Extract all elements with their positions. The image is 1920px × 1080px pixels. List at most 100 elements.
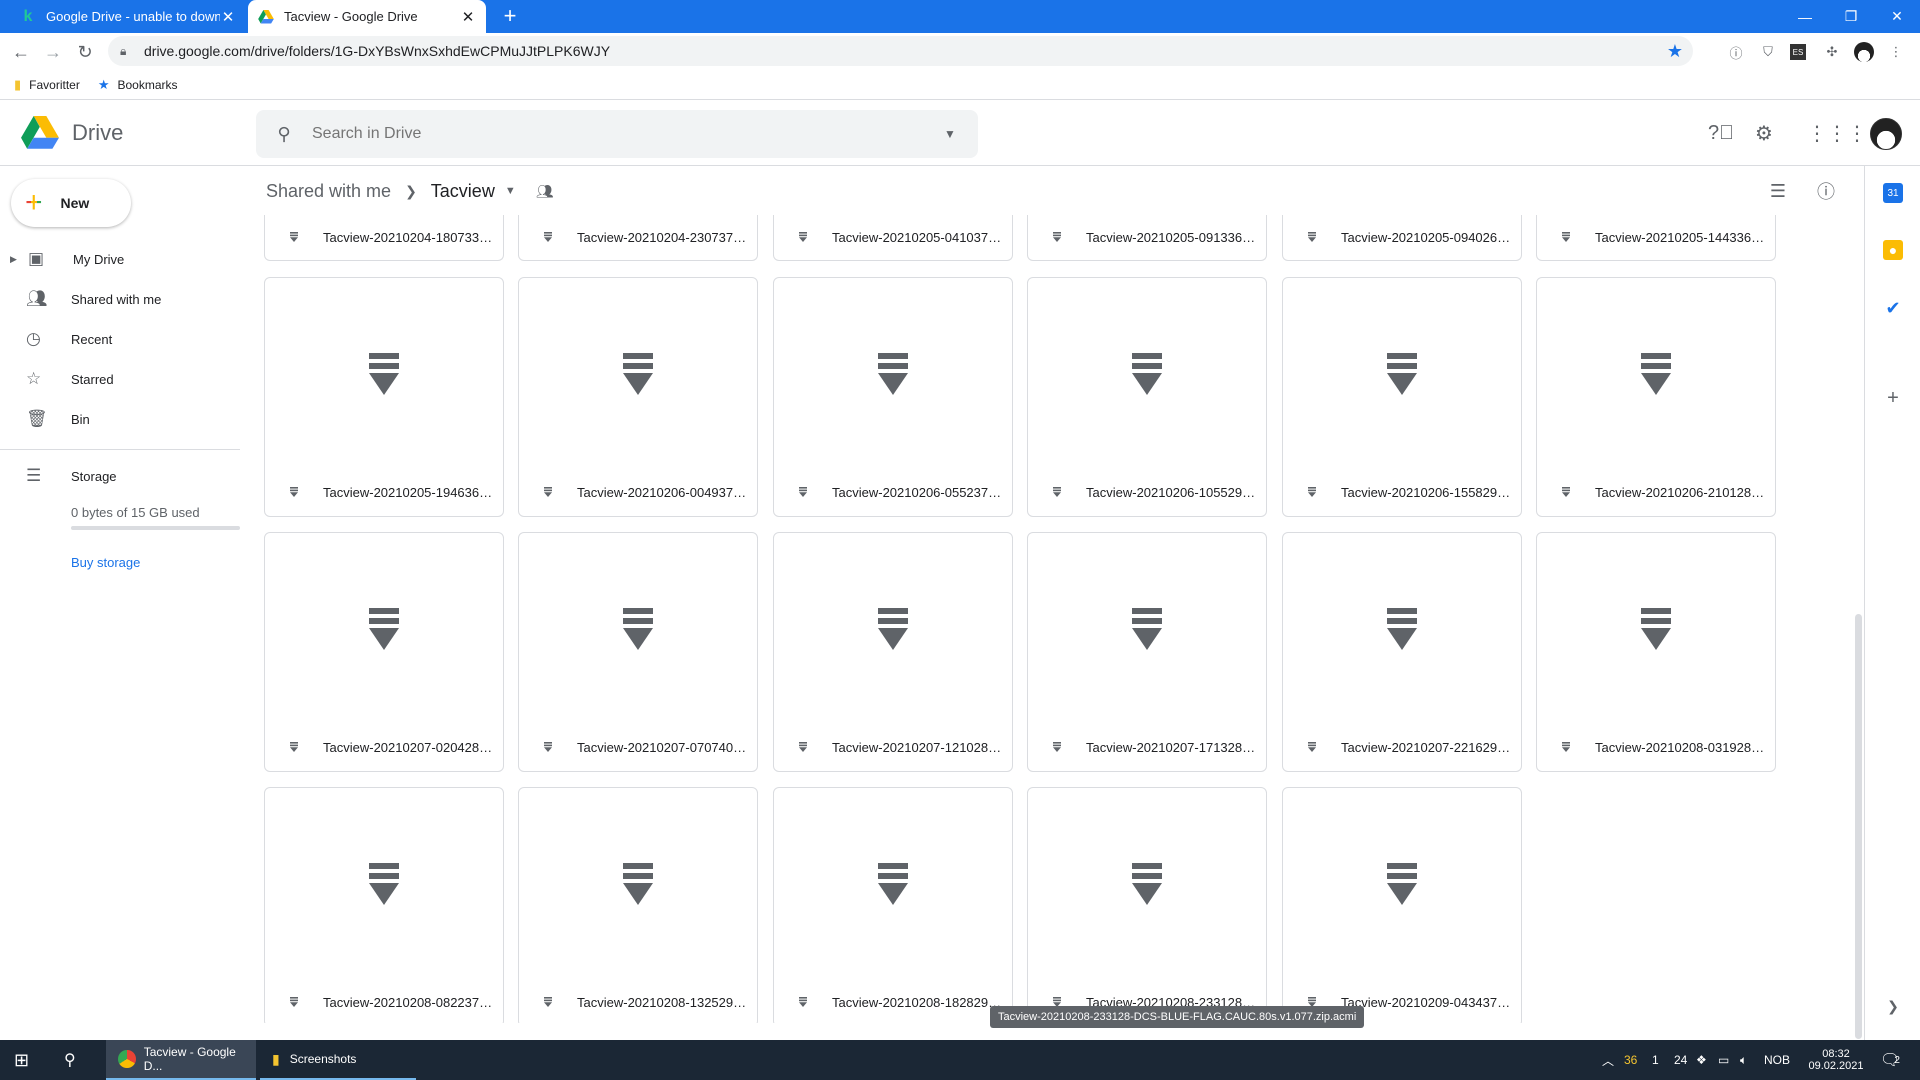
tab-title: Google Drive - unable to downlo xyxy=(46,9,220,24)
file-card[interactable]: Tacview-20210208-182829-DCS-BLUE-FLAG.CA… xyxy=(773,787,1013,1023)
close-tab-icon[interactable]: ✕ xyxy=(460,8,476,26)
extension-shield-icon[interactable]: ⛉ xyxy=(1758,42,1778,62)
extensions-puzzle-icon[interactable]: ✣ xyxy=(1822,42,1842,62)
file-card[interactable]: Tacview-20210207-070740-DCS-BLUE-FLAG.CA… xyxy=(518,532,758,772)
sidebar-item-starred[interactable]: ☆ Starred xyxy=(0,359,240,399)
buy-storage-link[interactable]: Buy storage xyxy=(71,555,140,570)
drive-logo[interactable]: Drive xyxy=(20,116,123,150)
add-addon-icon[interactable]: + xyxy=(1881,386,1905,410)
details-info-icon[interactable]: ⓘ xyxy=(1813,178,1839,204)
sidebar-item-shared[interactable]: 👥︎ Shared with me xyxy=(0,279,240,319)
search-icon[interactable]: ⚲ xyxy=(64,1040,76,1080)
language-indicator[interactable]: NOB xyxy=(1764,1040,1790,1080)
file-card[interactable]: Tacview-20210208-082237-DCS-BLUE-FLAG.CA… xyxy=(264,787,504,1023)
tasks-icon[interactable]: ✔ xyxy=(1881,296,1905,320)
sidebar-item-storage[interactable]: ☰ Storage xyxy=(0,456,240,496)
tray-overflow-icon[interactable]: ︿ xyxy=(1602,1040,1614,1080)
browser-tab-1[interactable]: k Google Drive - unable to downlo ✕ xyxy=(10,0,246,33)
bookmark-bookmarks[interactable]: ★ Bookmarks xyxy=(98,77,178,93)
bookmark-star-icon[interactable]: ★ xyxy=(1667,41,1683,62)
file-card[interactable]: Tacview-20210206-155829-DCS-BLUE-FLAG.CA… xyxy=(1282,277,1522,517)
tray-num-1[interactable]: 36 xyxy=(1624,1040,1637,1080)
sidebar-item-bin[interactable]: 🗑︎ Bin xyxy=(0,399,240,439)
taskbar-app-chrome[interactable]: Tacview - Google D... xyxy=(106,1040,256,1080)
file-card[interactable]: Tacview-20210207-171328-DCS-BLUE-FLAG.CA… xyxy=(1027,532,1267,772)
file-card[interactable]: Tacview-20210205-194636-DCS-BLUE-FLAG.CA… xyxy=(264,277,504,517)
bookmark-favoritter[interactable]: ▮ Favoritter xyxy=(14,77,80,93)
reload-icon[interactable]: ↻ xyxy=(72,39,98,65)
restore-icon[interactable]: ❐ xyxy=(1828,0,1874,33)
address-bar[interactable]: 🔒︎ drive.google.com/drive/folders/1G-DxY… xyxy=(108,36,1693,66)
file-card[interactable]: Tacview-20210205-041037-DCS-BLUE-FLAG.CA… xyxy=(773,215,1013,261)
network-icon[interactable]: ▭ xyxy=(1718,1040,1729,1080)
scrollbar[interactable] xyxy=(1855,614,1862,1039)
extension-info-icon[interactable]: ⓘ xyxy=(1726,42,1746,62)
file-card[interactable]: Tacview-20210206-210128-DCS-BLUE-FLAG.CA… xyxy=(1536,277,1776,517)
folder-menu-icon[interactable]: ▼ xyxy=(505,185,516,197)
browser-menu-icon[interactable]: ⋮ xyxy=(1886,42,1906,62)
minimize-icon[interactable]: — xyxy=(1782,0,1828,33)
side-panel: 31 ● ✔ + ❯ xyxy=(1864,166,1920,1040)
file-card[interactable]: Tacview-20210205-091336-DCS-BLUE-FLAG.CA… xyxy=(1027,215,1267,261)
calendar-icon[interactable]: 31 xyxy=(1883,183,1903,203)
file-card[interactable]: Tacview-20210205-144336-DCS-BLUE-FLAG.CA… xyxy=(1536,215,1776,261)
breadcrumb-shared[interactable]: Shared with me xyxy=(266,181,391,202)
windows-start-icon[interactable]: ⊞ xyxy=(14,1040,29,1080)
tray-num-2[interactable]: 1 xyxy=(1652,1040,1659,1080)
file-name: Tacview-20210204-180733-DCS-BLUE-FLAG.CA… xyxy=(323,229,493,245)
file-card[interactable]: Tacview-20210206-105529-DCS-BLUE-FLAG.CA… xyxy=(1027,277,1267,517)
clock[interactable]: 08:32 09.02.2021 xyxy=(1806,1040,1866,1080)
window-close-icon[interactable]: ✕ xyxy=(1874,0,1920,33)
file-name: Tacview-20210206-004937-DCS-BLUE-FLAG.CA… xyxy=(577,484,747,500)
url-text: drive.google.com/drive/folders/1G-DxYBsW… xyxy=(144,43,611,59)
close-tab-icon[interactable]: ✕ xyxy=(220,8,236,26)
profile-avatar-icon[interactable] xyxy=(1854,42,1874,62)
file-card[interactable]: Tacview-20210208-132529-DCS-BLUE-FLAG.CA… xyxy=(518,787,758,1023)
file-card[interactable]: Tacview-20210204-180733-DCS-BLUE-FLAG.CA… xyxy=(264,215,504,261)
dropbox-icon[interactable]: ❖ xyxy=(1696,1040,1707,1080)
file-card[interactable]: Tacview-20210206-004937-DCS-BLUE-FLAG.CA… xyxy=(518,277,758,517)
search-bar[interactable]: ⚲ ▼ xyxy=(256,110,978,158)
extension-es-icon[interactable]: ES xyxy=(1790,44,1806,60)
sidebar-item-my-drive[interactable]: ▶ ▣ My Drive xyxy=(0,239,240,279)
forward-icon[interactable]: → xyxy=(40,39,66,65)
back-icon[interactable]: ← xyxy=(8,39,34,65)
file-card[interactable]: Tacview-20210209-043437-DCS-BLUE-FLAG.CA… xyxy=(1282,787,1522,1023)
file-name: Tacview-20210208-182829-DCS-BLUE-FLAG.CA… xyxy=(832,994,1002,1010)
search-options-icon[interactable]: ▼ xyxy=(922,127,978,141)
file-card[interactable]: Tacview-20210207-221629-DCS-BLUE-FLAG.CA… xyxy=(1282,532,1522,772)
search-icon[interactable]: ⚲ xyxy=(256,124,312,145)
file-card[interactable]: Tacview-20210205-094026-DCS-BLUE-FLAG.CA… xyxy=(1282,215,1522,261)
volume-icon[interactable]: 🔈︎ xyxy=(1740,1040,1747,1080)
file-icon xyxy=(1305,742,1319,752)
file-card[interactable]: Tacview-20210208-031928-DCS-BLUE-FLAG.CA… xyxy=(1536,532,1776,772)
new-tab-button[interactable]: + xyxy=(498,4,522,28)
expand-caret-icon[interactable]: ▶ xyxy=(10,254,26,265)
list-view-icon[interactable]: ☰ xyxy=(1765,178,1791,204)
taskbar-app-screenshots[interactable]: ▮ Screenshots xyxy=(260,1040,416,1080)
tray-num-3[interactable]: 24 xyxy=(1674,1040,1687,1080)
file-thumbnail xyxy=(1283,278,1521,470)
shared-people-icon[interactable]: 👥︎ xyxy=(536,183,554,200)
search-input[interactable] xyxy=(312,125,922,143)
file-card[interactable]: Tacview-20210207-121028-DCS-BLUE-FLAG.CA… xyxy=(773,532,1013,772)
new-button[interactable]: + New xyxy=(11,179,131,227)
browser-tab-2[interactable]: Tacview - Google Drive ✕ xyxy=(248,0,486,33)
file-card[interactable]: Tacview-20210206-055237-DCS-BLUE-FLAG.CA… xyxy=(773,277,1013,517)
file-card[interactable]: Tacview-20210204-230737-DCS-BLUE-FLAG.CA… xyxy=(518,215,758,261)
file-card[interactable]: Tacview-20210207-020428-DCS-BLUE-FLAG.CA… xyxy=(264,532,504,772)
settings-gear-icon[interactable]: ⚙ xyxy=(1749,118,1779,148)
file-thumbnail xyxy=(1028,788,1266,980)
chevron-right-icon[interactable]: ❯ xyxy=(1881,994,1905,1018)
file-card[interactable]: Tacview-20210208-233128-DCS-BLUE-FLAG.CA… xyxy=(1027,787,1267,1023)
apps-grid-icon[interactable]: ⋮⋮⋮ xyxy=(1807,118,1867,148)
account-avatar[interactable] xyxy=(1870,118,1902,150)
file-thumbnail xyxy=(265,278,503,470)
file-name: Tacview-20210208-082237-DCS-BLUE-FLAG.CA… xyxy=(323,994,493,1010)
breadcrumb-current-folder[interactable]: Tacview xyxy=(431,181,495,202)
help-icon[interactable]: ?⃝ xyxy=(1706,118,1736,148)
sidebar-item-recent[interactable]: ◷ Recent xyxy=(0,319,240,359)
file-thumbnail xyxy=(519,278,757,470)
notifications-icon[interactable]: 🗨︎ 2 xyxy=(1880,1040,1900,1080)
keep-icon[interactable]: ● xyxy=(1883,240,1903,260)
